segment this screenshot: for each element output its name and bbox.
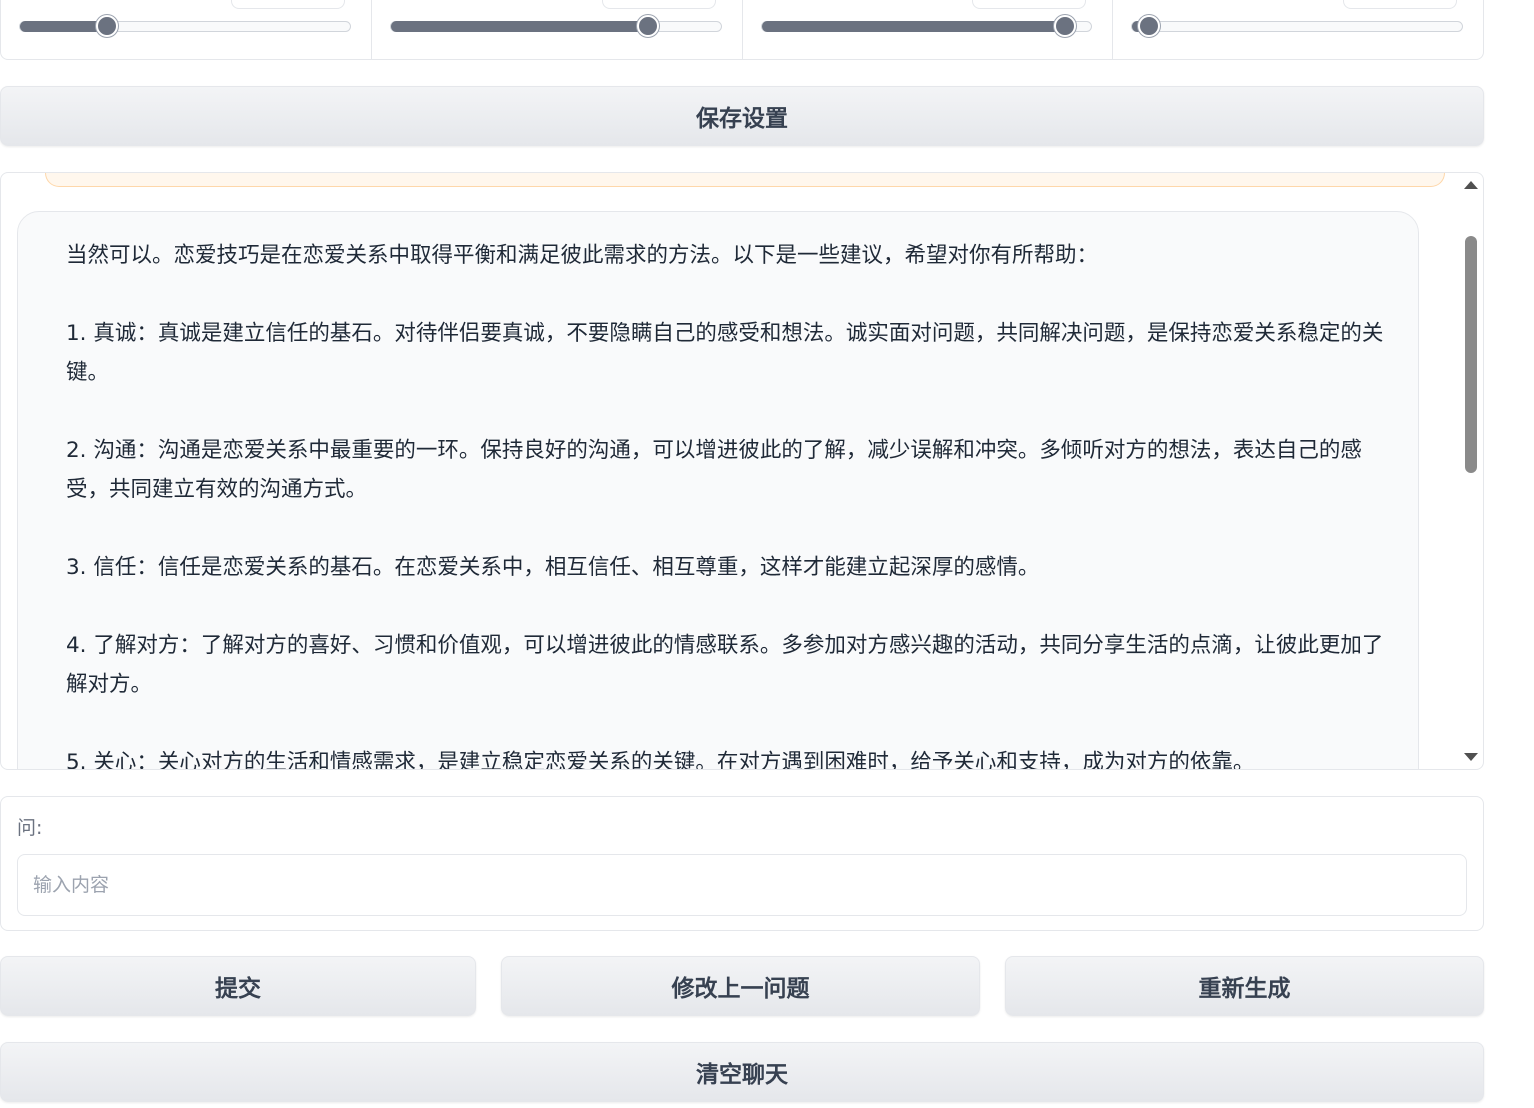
bot-message-paragraph: 当然可以。恋爱技巧是在恋爱关系中取得平衡和满足彼此需求的方法。以下是一些建议，希…: [66, 243, 1099, 268]
slider-cell: [372, 0, 743, 59]
question-input-panel: 问:: [0, 796, 1484, 931]
slider-number-input[interactable]: [972, 0, 1087, 9]
bot-message-paragraph: 3. 信任：信任是恋爱关系的基石。在恋爱关系中，相互信任、相互尊重，这样才能建立…: [66, 555, 1040, 580]
slider-fill: [390, 21, 648, 32]
slider-track[interactable]: [19, 15, 351, 37]
scrollbar-thumb[interactable]: [1465, 236, 1477, 473]
slider-number-input[interactable]: [601, 0, 716, 9]
slider-track[interactable]: [1131, 15, 1463, 37]
chat-history[interactable]: 当然可以。恋爱技巧是在恋爱关系中取得平衡和满足彼此需求的方法。以下是一些建议，希…: [0, 172, 1484, 770]
question-input[interactable]: [17, 854, 1467, 916]
slider-number-input[interactable]: [1343, 0, 1457, 9]
user-message-bubble: [45, 173, 1445, 187]
slider-thumb[interactable]: [1137, 15, 1160, 37]
scroll-down-arrow-icon[interactable]: [1464, 753, 1478, 761]
slider-thumb[interactable]: [96, 15, 119, 37]
regenerate-button[interactable]: 重新生成: [1005, 956, 1484, 1016]
slider-cell: [743, 0, 1114, 59]
chat-scrollbar[interactable]: [1461, 173, 1483, 769]
bot-message-paragraph: 5. 关心：关心对方的生活和情感需求，是建立稳定恋爱关系的关键。在对方遇到困难时…: [66, 750, 1255, 770]
slider-thumb[interactable]: [1053, 15, 1076, 37]
parameter-sliders-panel: [0, 0, 1484, 60]
edit-last-question-button[interactable]: 修改上一问题: [501, 956, 980, 1016]
slider-thumb[interactable]: [636, 15, 659, 37]
bot-message-paragraph: 4. 了解对方：了解对方的喜好、习惯和价值观，可以增进彼此的情感联系。多参加对方…: [66, 633, 1384, 697]
save-settings-button[interactable]: 保存设置: [0, 86, 1484, 146]
slider-fill: [761, 21, 1065, 32]
slider-fill: [20, 21, 108, 32]
slider-track[interactable]: [389, 15, 722, 37]
clear-chat-button[interactable]: 清空聊天: [0, 1042, 1484, 1102]
slider-track[interactable]: [760, 15, 1093, 37]
chat-app: 保存设置 当然可以。恋爱技巧是在恋爱关系中取得平衡和满足彼此需求的方法。以下是一…: [0, 0, 1534, 1108]
submit-button[interactable]: 提交: [0, 956, 476, 1016]
slider-cell: [1, 0, 372, 59]
question-label: 问:: [17, 817, 43, 839]
bot-message-paragraph: 1. 真诚：真诚是建立信任的基石。对待伴侣要真诚，不要隐瞒自己的感受和想法。诚实…: [66, 321, 1384, 385]
slider-number-input[interactable]: [230, 0, 345, 9]
bot-message-bubble: 当然可以。恋爱技巧是在恋爱关系中取得平衡和满足彼此需求的方法。以下是一些建议，希…: [17, 211, 1419, 770]
scroll-up-arrow-icon[interactable]: [1464, 181, 1478, 189]
bot-message-paragraph: 2. 沟通：沟通是恋爱关系中最重要的一环。保持良好的沟通，可以增进彼此的了解，减…: [66, 438, 1362, 502]
slider-cell: [1113, 0, 1483, 59]
